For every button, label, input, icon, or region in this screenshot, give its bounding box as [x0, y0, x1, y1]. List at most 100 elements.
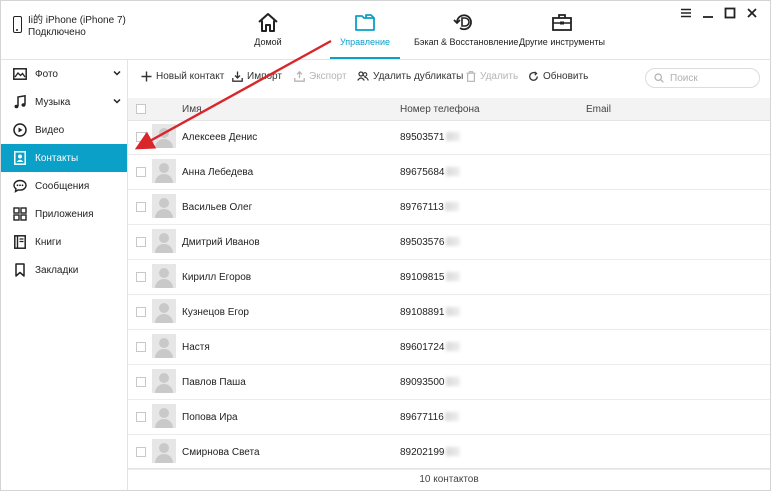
plus-icon: [141, 71, 152, 82]
menu-icon[interactable]: [680, 7, 692, 19]
row-checkbox[interactable]: [136, 412, 146, 422]
table-header: Имя Номер телефона Email: [128, 98, 770, 121]
avatar: [152, 334, 176, 358]
avatar: [152, 229, 176, 253]
nav-backup-label: Бэкап & Восстановление: [414, 37, 519, 47]
table-row[interactable]: Васильев Олег 89767113: [128, 190, 770, 225]
contacts-panel: Новый контакт Импорт Экспорт Удалить дуб…: [128, 60, 770, 490]
active-tab-indicator: [330, 57, 400, 59]
table-row[interactable]: Дмитрий Иванов 89503576: [128, 225, 770, 260]
sidebar-item-video[interactable]: Видео: [1, 116, 127, 144]
contact-phone: 89677116: [400, 412, 459, 423]
import-button[interactable]: Импорт: [232, 71, 282, 82]
nav-home-label: Домой: [254, 37, 282, 47]
maximize-icon[interactable]: [724, 7, 736, 19]
remove-duplicates-label: Удалить дубликаты: [373, 71, 464, 82]
apps-icon: [13, 207, 27, 221]
sidebar-item-music[interactable]: Музыка: [1, 88, 127, 116]
table-row[interactable]: Анна Лебедева 89675684: [128, 155, 770, 190]
contact-name: Дмитрий Иванов: [182, 237, 260, 248]
toolbox-icon: [552, 14, 572, 31]
refresh-button[interactable]: Обновить: [528, 71, 588, 82]
nav-tools[interactable]: Другие инструменты: [512, 11, 612, 48]
sidebar-item-apps[interactable]: Приложения: [1, 200, 127, 228]
import-label: Импорт: [247, 71, 282, 82]
row-checkbox[interactable]: [136, 237, 146, 247]
sidebar-item-messages[interactable]: Сообщения: [1, 172, 127, 200]
nav-manage-label: Управление: [339, 37, 391, 47]
contact-phone: 89675684: [400, 167, 460, 178]
sidebar-item-photos[interactable]: Фото: [1, 60, 127, 88]
export-button[interactable]: Экспорт: [294, 71, 347, 82]
row-checkbox[interactable]: [136, 167, 146, 177]
contact-phone: 89109815: [400, 272, 460, 283]
column-header-phone[interactable]: Номер телефона: [400, 104, 480, 115]
contact-name: Кузнецов Егор: [182, 307, 249, 318]
table-row[interactable]: Павлов Паша 89093500: [128, 365, 770, 400]
home-icon: [258, 13, 278, 32]
import-icon: [232, 71, 243, 82]
avatar: [152, 439, 176, 463]
sidebar-item-contacts[interactable]: Контакты: [1, 144, 127, 172]
contact-phone: 89503576: [400, 237, 460, 248]
avatar: [152, 159, 176, 183]
export-label: Экспорт: [309, 71, 347, 82]
refresh-label: Обновить: [543, 71, 589, 82]
sidebar-item-books[interactable]: Книги: [1, 228, 127, 256]
search-input[interactable]: [668, 71, 752, 85]
row-checkbox[interactable]: [136, 307, 146, 317]
table-row[interactable]: Кузнецов Егор 89108891: [128, 295, 770, 330]
row-checkbox[interactable]: [136, 132, 146, 142]
column-header-email[interactable]: Email: [586, 104, 611, 115]
minimize-icon[interactable]: [702, 7, 714, 19]
avatar: [152, 404, 176, 428]
avatar: [152, 369, 176, 393]
nav-manage[interactable]: Управление: [315, 11, 415, 59]
chevron-down-icon[interactable]: [113, 69, 121, 77]
avatar: [152, 299, 176, 323]
contact-name: Смирнова Света: [182, 447, 260, 458]
toolbar: Новый контакт Импорт Экспорт Удалить дуб…: [128, 60, 770, 96]
remove-duplicates-button[interactable]: Удалить дубликаты: [357, 71, 463, 82]
table-row[interactable]: Настя 89601724: [128, 330, 770, 365]
folder-icon: [355, 14, 375, 31]
contact-name: Васильев Олег: [182, 202, 253, 213]
messages-icon: [13, 179, 27, 193]
sidebar-item-label: Музыка: [35, 96, 71, 108]
contact-phone: 89601724: [400, 342, 460, 353]
table-row[interactable]: Кирилл Егоров 89109815: [128, 260, 770, 295]
search-icon: [654, 73, 664, 83]
table-row[interactable]: Смирнова Света 89202199: [128, 435, 770, 470]
contact-name: Павлов Паша: [182, 377, 246, 388]
table-row[interactable]: Алексеев Денис 89503571: [128, 120, 770, 155]
select-all-checkbox[interactable]: [136, 104, 146, 114]
duplicate-users-icon: [357, 71, 369, 81]
row-checkbox[interactable]: [136, 447, 146, 457]
row-checkbox[interactable]: [136, 377, 146, 387]
sidebar: Фото Музыка Видео Контакты Сообщения При…: [1, 60, 128, 490]
nav-home[interactable]: Домой: [218, 11, 318, 48]
refresh-icon: [529, 71, 538, 81]
nav-backup-restore[interactable]: Бэкап & Восстановление: [414, 11, 518, 48]
row-checkbox[interactable]: [136, 342, 146, 352]
row-checkbox[interactable]: [136, 202, 146, 212]
delete-button[interactable]: Удалить: [466, 71, 518, 82]
main-nav: Домой Управление Бэкап & Восстановление: [1, 1, 770, 59]
column-header-name[interactable]: Имя: [182, 104, 201, 115]
backup-restore-icon: [453, 14, 472, 31]
sidebar-item-label: Закладки: [35, 264, 79, 276]
contact-name: Алексеев Денис: [182, 132, 258, 143]
contact-name: Настя: [182, 342, 210, 353]
close-icon[interactable]: [746, 7, 758, 19]
books-icon: [13, 235, 27, 249]
new-contact-label: Новый контакт: [156, 71, 225, 82]
row-checkbox[interactable]: [136, 272, 146, 282]
sidebar-item-bookmarks[interactable]: Закладки: [1, 256, 127, 284]
video-icon: [13, 123, 27, 137]
search-box[interactable]: [645, 68, 760, 88]
table-row[interactable]: Попова Ира 89677116: [128, 400, 770, 435]
new-contact-button[interactable]: Новый контакт: [141, 71, 224, 82]
chevron-down-icon[interactable]: [113, 97, 121, 105]
delete-label: Удалить: [480, 71, 519, 82]
nav-tools-label: Другие инструменты: [519, 37, 605, 47]
